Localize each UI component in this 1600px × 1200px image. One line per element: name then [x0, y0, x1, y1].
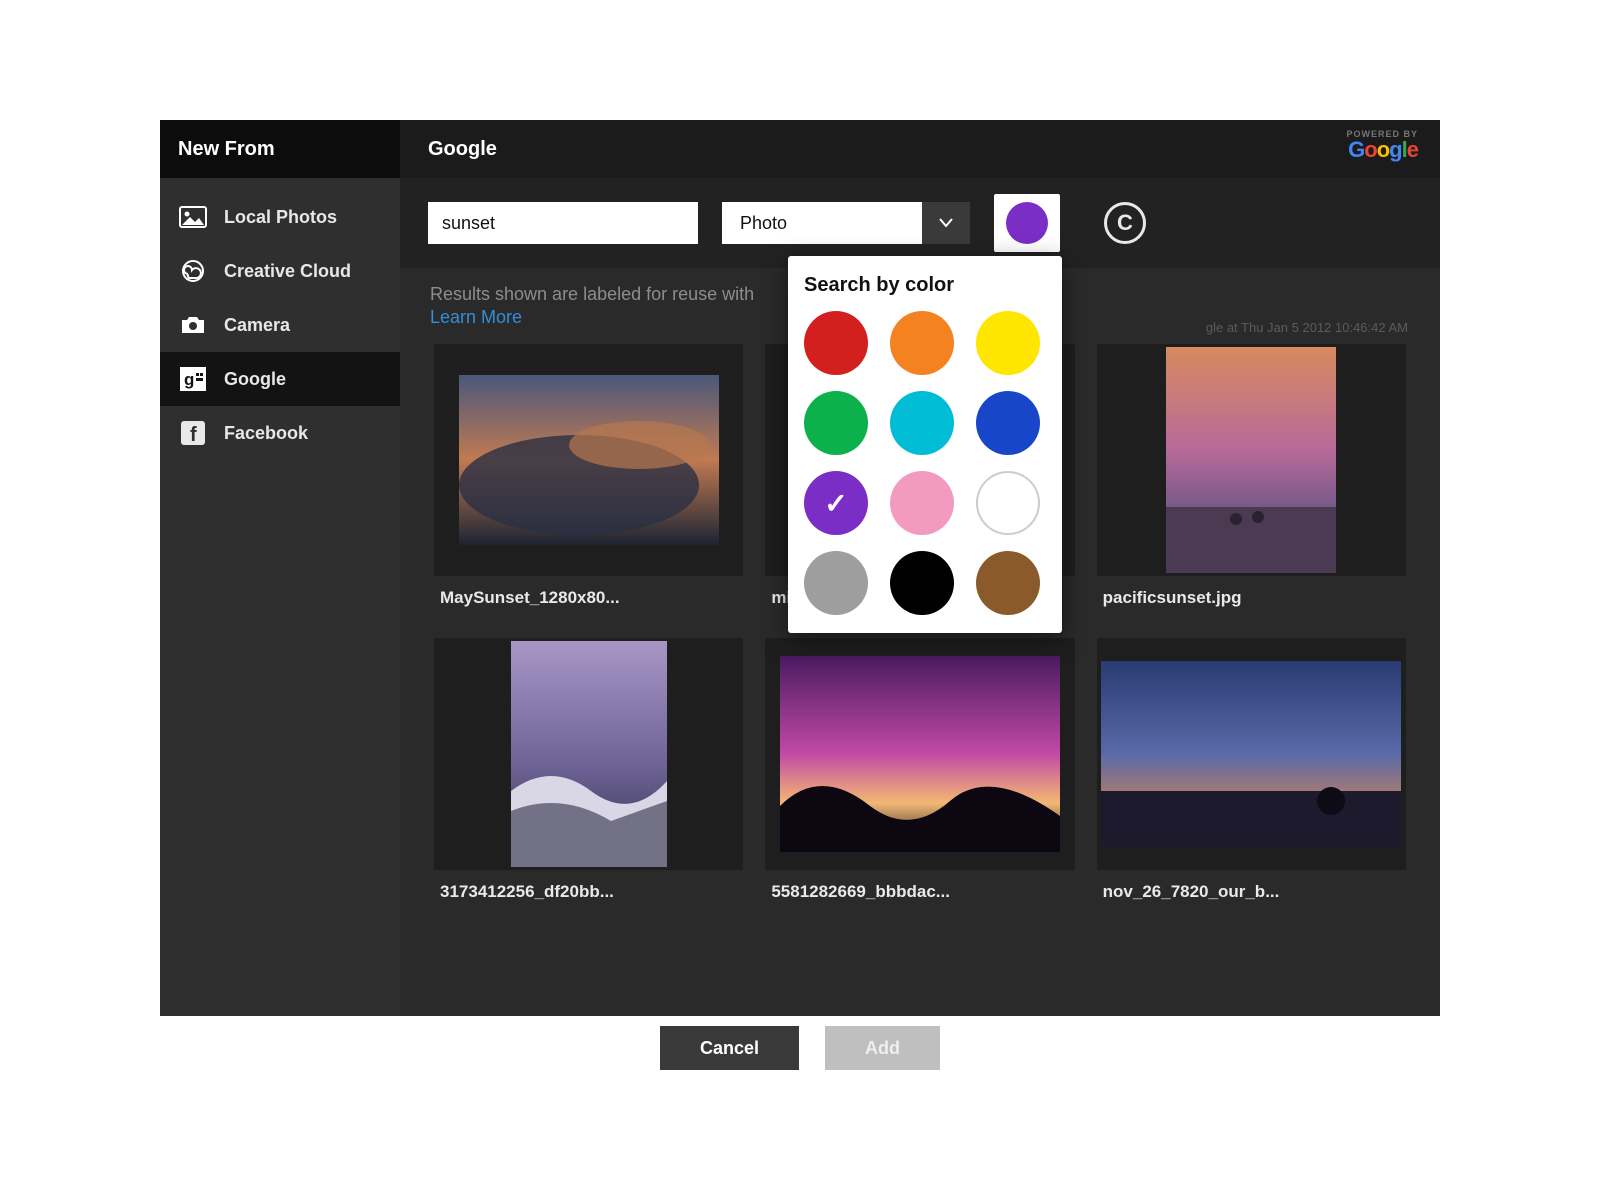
result-card[interactable]: 5581282669_bbbdac... — [765, 638, 1074, 902]
check-icon: ✓ — [804, 471, 868, 535]
color-swatch[interactable] — [890, 391, 954, 455]
result-filename: nov_26_7820_our_b... — [1097, 882, 1406, 902]
sidebar-item-local-photos[interactable]: Local Photos — [160, 190, 400, 244]
color-swatch[interactable] — [804, 391, 868, 455]
svg-text:f: f — [190, 424, 197, 445]
selected-color-swatch-icon — [1006, 202, 1048, 244]
toolbar: Photo C — [400, 178, 1440, 268]
search-input[interactable] — [428, 202, 698, 244]
add-button[interactable]: Add — [825, 1026, 940, 1070]
color-swatch[interactable] — [976, 391, 1040, 455]
chevron-down-icon — [922, 202, 970, 244]
color-popover-title: Search by color — [804, 274, 1046, 297]
main-header: Google POWERED BY Google — [400, 120, 1440, 178]
result-thumbnail — [1097, 344, 1406, 576]
result-thumbnail — [765, 638, 1074, 870]
color-swatch[interactable] — [976, 311, 1040, 375]
sidebar-item-label: Local Photos — [224, 207, 337, 228]
color-swatch[interactable]: ✓ — [804, 471, 868, 535]
color-popover: Search by color ✓ — [788, 256, 1062, 633]
type-dropdown[interactable]: Photo — [722, 202, 970, 244]
result-filename: MaySunset_1280x80... — [434, 588, 743, 608]
camera-icon — [178, 312, 208, 338]
google-icon: g — [178, 366, 208, 392]
color-swatch[interactable] — [804, 551, 868, 615]
footer: Cancel Add — [160, 1016, 1440, 1080]
copyright-icon: C — [1117, 210, 1133, 236]
sidebar-item-label: Camera — [224, 315, 290, 336]
result-filename: pacificsunset.jpg — [1097, 588, 1406, 608]
creative-cloud-icon — [178, 258, 208, 284]
result-thumbnail — [434, 344, 743, 576]
result-filename: 5581282669_bbbdac... — [765, 882, 1074, 902]
color-swatch[interactable] — [890, 471, 954, 535]
photos-icon — [178, 204, 208, 230]
sidebar-item-google[interactable]: g Google — [160, 352, 400, 406]
result-card[interactable]: nov_26_7820_our_b... — [1097, 638, 1406, 902]
color-swatch[interactable] — [976, 551, 1040, 615]
sidebar-item-camera[interactable]: Camera — [160, 298, 400, 352]
color-swatch[interactable] — [890, 551, 954, 615]
result-thumbnail — [434, 638, 743, 870]
source-title: Google — [428, 138, 497, 161]
sidebar-item-label: Google — [224, 369, 286, 390]
powered-by-google-logo: POWERED BY Google — [1346, 130, 1418, 161]
svg-text:g: g — [184, 370, 194, 389]
result-filename: 3173412256_df20bb... — [434, 882, 743, 902]
sidebar-item-label: Facebook — [224, 423, 308, 444]
sidebar: Local Photos Creative Cloud Camera g Goo… — [160, 178, 400, 1016]
result-card[interactable]: MaySunset_1280x80... — [434, 344, 743, 608]
color-swatch[interactable] — [976, 471, 1040, 535]
result-card[interactable]: pacificsunset.jpg — [1097, 344, 1406, 608]
color-swatch[interactable] — [804, 311, 868, 375]
type-dropdown-label: Photo — [722, 202, 922, 244]
facebook-icon: f — [178, 420, 208, 446]
results-timestamp: gle at Thu Jan 5 2012 10:46:42 AM — [1206, 320, 1408, 335]
cancel-button[interactable]: Cancel — [660, 1026, 799, 1070]
sidebar-header: New From — [160, 120, 400, 178]
license-filter-button[interactable]: C — [1104, 202, 1146, 244]
result-thumbnail — [1097, 638, 1406, 870]
result-card[interactable]: 3173412256_df20bb... — [434, 638, 743, 902]
sidebar-item-facebook[interactable]: f Facebook — [160, 406, 400, 460]
sidebar-item-label: Creative Cloud — [224, 261, 351, 282]
color-filter-button[interactable] — [994, 194, 1060, 252]
sidebar-item-creative-cloud[interactable]: Creative Cloud — [160, 244, 400, 298]
color-swatch[interactable] — [890, 311, 954, 375]
